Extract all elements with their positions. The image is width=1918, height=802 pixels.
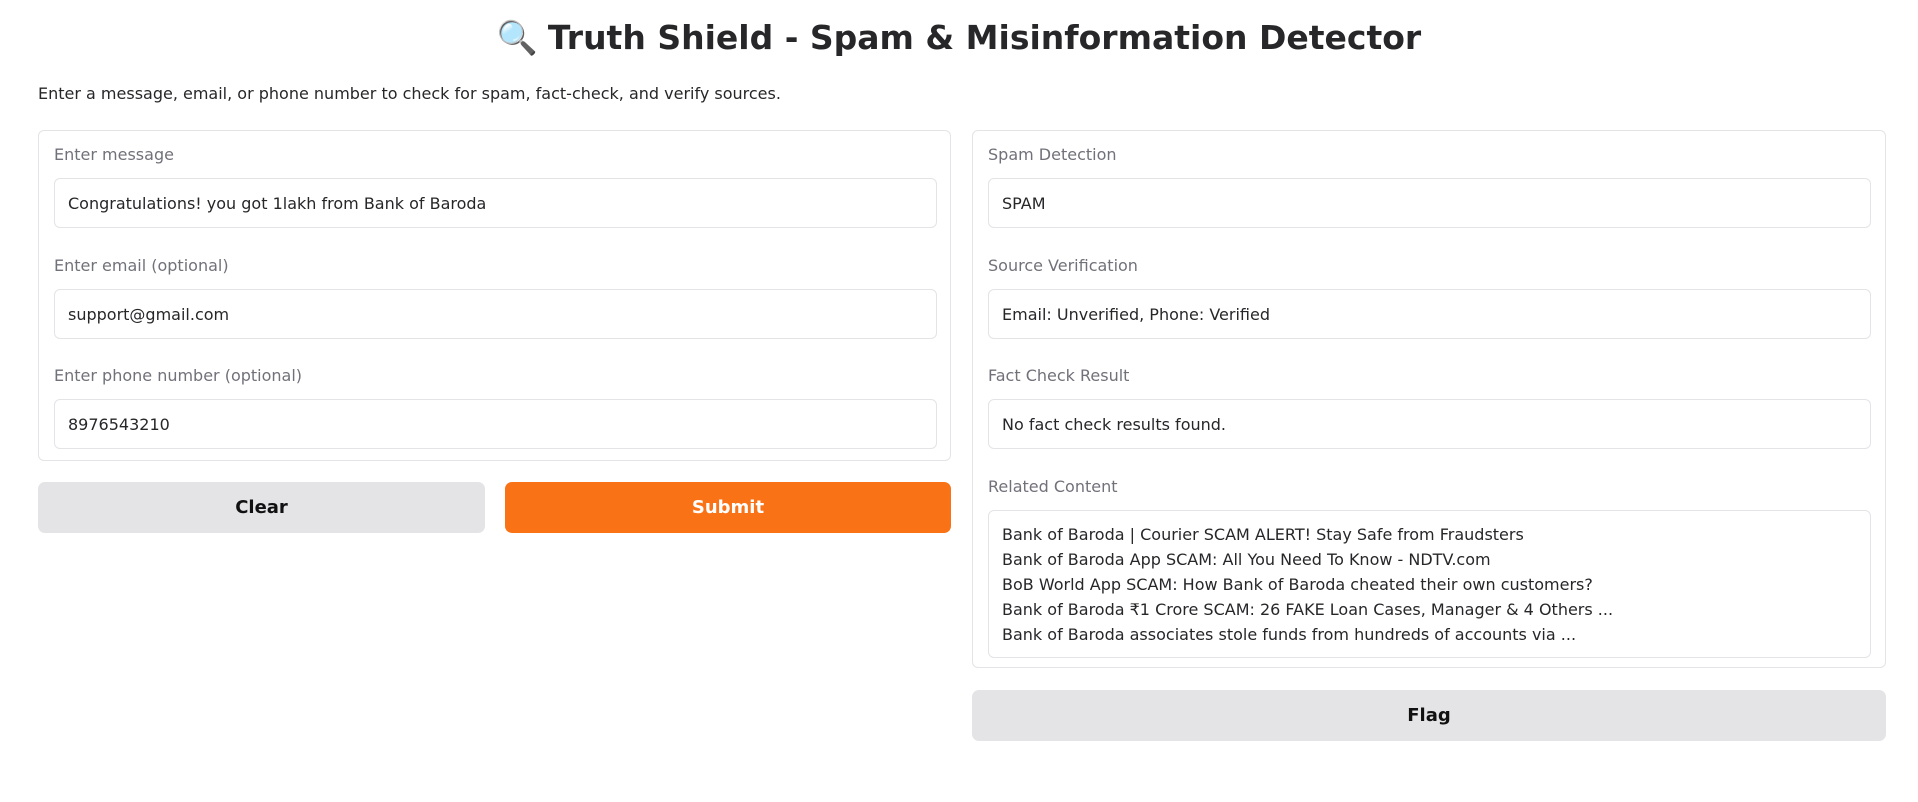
spam-detection-label: Spam Detection [988,145,1117,164]
fact-check-label: Fact Check Result [988,366,1130,385]
page-description: Enter a message, email, or phone number … [38,84,781,103]
related-content-line: Bank of Baroda | Courier SCAM ALERT! Sta… [1002,525,1524,544]
related-content-line: Bank of Baroda associates stole funds fr… [1002,625,1577,644]
page-title: 🔍 Truth Shield - Spam & Misinformation De… [0,18,1918,58]
related-content-label: Related Content [988,477,1118,496]
submit-button[interactable]: Submit [505,482,951,533]
input-panel: Enter message Congratulations! you got 1… [38,130,951,461]
flag-button[interactable]: Flag [972,690,1886,741]
page-title-text: Truth Shield - Spam & Misinformation Det… [547,18,1422,57]
magnifier-icon: 🔍 [496,18,538,57]
email-label: Enter email (optional) [54,256,229,275]
message-label: Enter message [54,145,174,164]
message-input[interactable]: Congratulations! you got 1lakh from Bank… [54,178,937,228]
source-verification-label: Source Verification [988,256,1138,275]
fact-check-output[interactable]: No fact check results found. [988,399,1871,449]
related-content-line: Bank of Baroda App SCAM: All You Need To… [1002,550,1491,569]
related-content-line: BoB World App SCAM: How Bank of Baroda c… [1002,575,1593,594]
clear-button[interactable]: Clear [38,482,485,533]
source-verification-output[interactable]: Email: Unverified, Phone: Verified [988,289,1871,339]
app-page: 🔍 Truth Shield - Spam & Misinformation De… [0,0,1918,802]
output-panel: Spam Detection SPAM Source Verification … [972,130,1886,668]
email-input[interactable]: support@gmail.com [54,289,937,339]
spam-detection-output[interactable]: SPAM [988,178,1871,228]
related-content-output[interactable]: Bank of Baroda | Courier SCAM ALERT! Sta… [988,510,1871,658]
phone-input[interactable]: 8976543210 [54,399,937,449]
related-content-line: Bank of Baroda ₹1 Crore SCAM: 26 FAKE Lo… [1002,600,1614,619]
phone-label: Enter phone number (optional) [54,366,303,385]
